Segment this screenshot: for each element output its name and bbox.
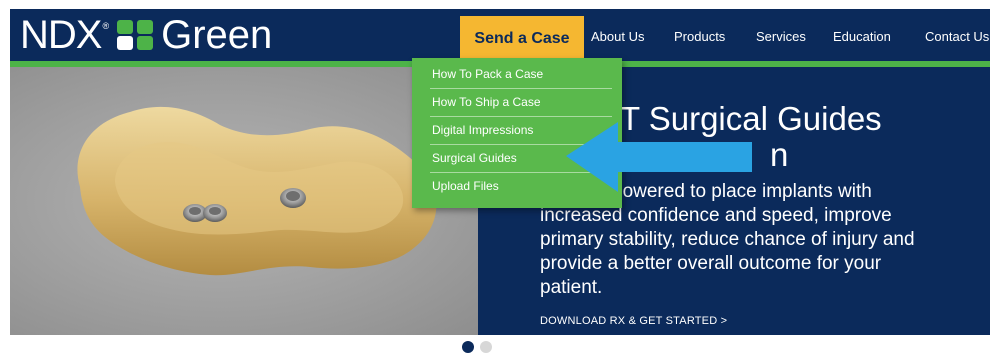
nav-services[interactable]: Services xyxy=(756,29,806,44)
menu-item-how-to-pack[interactable]: How To Pack a Case xyxy=(432,67,543,81)
carousel-dot-1[interactable] xyxy=(462,341,474,353)
nav-education[interactable]: Education xyxy=(833,29,891,44)
nav-send-a-case[interactable]: Send a Case xyxy=(460,16,584,61)
nav-about-us[interactable]: About Us xyxy=(591,29,644,44)
carousel-dot-2[interactable] xyxy=(480,341,492,353)
menu-item-how-to-ship[interactable]: How To Ship a Case xyxy=(432,95,541,109)
carousel-dots xyxy=(462,341,492,353)
hero-paragraph-line5: patient. xyxy=(540,277,603,298)
hero-image-panel xyxy=(10,67,478,335)
menu-divider xyxy=(430,116,612,117)
nav-contact-us[interactable]: Contact Us xyxy=(925,29,989,44)
registered-mark: ® xyxy=(102,21,110,31)
menu-item-surgical-guides[interactable]: Surgical Guides xyxy=(432,151,517,165)
nav-products[interactable]: Products xyxy=(674,29,725,44)
brand-logo[interactable]: NDX ® Green xyxy=(20,11,272,59)
nav-send-a-case-label: Send a Case xyxy=(474,29,570,47)
menu-divider xyxy=(430,88,612,89)
brand-name-right: Green xyxy=(161,12,273,57)
site-header: NDX ® Green Send a Case About Us Product… xyxy=(10,9,990,61)
download-rx-link[interactable]: DOWNLOAD RX & GET STARTED > xyxy=(540,315,727,327)
hero-paragraph-line4: provide a better overall outcome for you… xyxy=(540,253,882,274)
brand-name-left: NDX xyxy=(20,12,102,57)
pointer-arrow-icon xyxy=(566,122,752,192)
cross-logo-icon xyxy=(117,20,154,50)
menu-item-digital-impressions[interactable]: Digital Impressions xyxy=(432,123,533,137)
hero-headline-line2: n xyxy=(770,136,789,173)
menu-item-upload-files[interactable]: Upload Files xyxy=(432,179,499,193)
surgical-guide-image xyxy=(77,106,437,276)
hero-paragraph-line3: primary stability, reduce chance of inju… xyxy=(540,229,915,250)
